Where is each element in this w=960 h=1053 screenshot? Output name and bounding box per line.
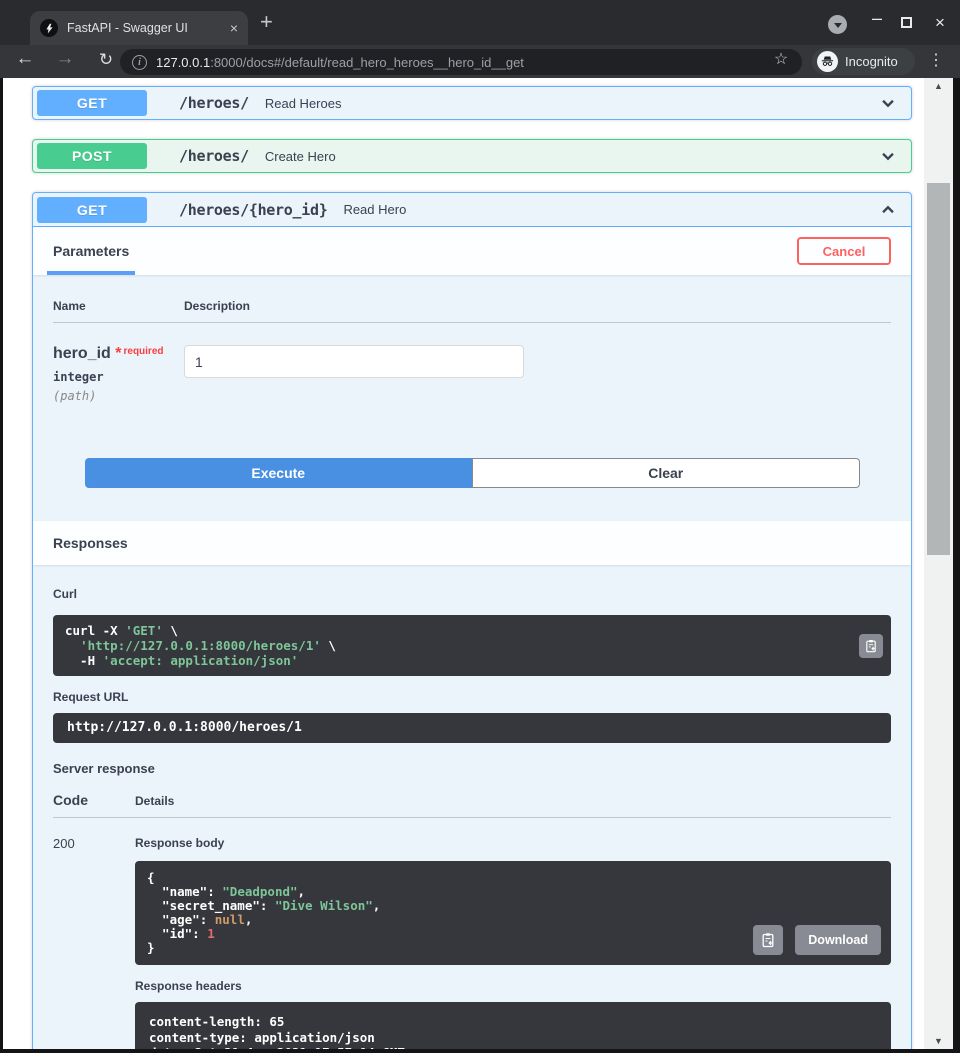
parameters-body: Name Description hero_id * required integ… xyxy=(33,275,911,488)
parameters-title: Parameters xyxy=(53,243,130,259)
scroll-down-icon[interactable]: ▼ xyxy=(924,1036,953,1046)
browser-toolbar: ← → ↻ i 127.0.0.1:8000/docs#/default/rea… xyxy=(0,45,960,78)
response-table-header: Code Details xyxy=(53,792,891,818)
response-row: 200 Response body { "name": "Deadpond", … xyxy=(53,834,891,1049)
description-column-header: Description xyxy=(184,299,251,313)
required-label: required xyxy=(123,346,164,357)
responses-header: Responses xyxy=(33,521,911,565)
details-column-header: Details xyxy=(135,794,175,808)
forward-icon[interactable]: → xyxy=(52,48,78,70)
opblock-post-heroes[interactable]: POST /heroes/ Create Hero xyxy=(32,139,912,173)
url-host: 127.0.0.1 xyxy=(156,54,211,70)
opblock-header[interactable]: GET /heroes/{hero_id} Read Hero xyxy=(33,193,911,227)
parameter-type: integer xyxy=(53,370,104,384)
opblock-get-heroes[interactable]: GET /heroes/ Read Heroes xyxy=(32,86,912,120)
tab-parameters[interactable]: Parameters xyxy=(47,227,136,275)
server-response-label: Server response xyxy=(53,761,155,776)
endpoint-path: /heroes/{hero_id} xyxy=(179,200,328,219)
fastapi-favicon-icon xyxy=(40,19,58,37)
incognito-label: Incognito xyxy=(845,54,898,69)
endpoint-path: /heroes/ xyxy=(179,147,249,165)
clear-button[interactable]: Clear xyxy=(471,458,860,488)
chevron-down-icon[interactable] xyxy=(879,94,897,112)
parameter-name: hero_id * required xyxy=(53,345,164,362)
name-column-header: Name xyxy=(53,299,86,313)
back-icon[interactable]: ← xyxy=(12,48,38,70)
page-info-icon[interactable]: i xyxy=(132,54,147,70)
method-badge: GET xyxy=(37,196,147,223)
tab-search-icon[interactable] xyxy=(828,15,847,34)
endpoint-path: /heroes/ xyxy=(179,94,249,112)
request-url-label: Request URL xyxy=(53,690,129,704)
response-body-label: Response body xyxy=(135,836,225,850)
method-badge: GET xyxy=(37,90,147,116)
tab-close-icon[interactable]: × xyxy=(230,20,238,36)
address-bar[interactable]: i 127.0.0.1:8000/docs#/default/read_hero… xyxy=(120,49,802,75)
chevron-up-icon[interactable] xyxy=(879,201,897,219)
execute-button[interactable]: Execute xyxy=(85,458,472,488)
window-close-button[interactable]: × xyxy=(929,13,951,33)
page-scrollbar[interactable]: ▲ ▼ xyxy=(924,78,953,1049)
browser-titlebar: FastAPI - Swagger UI × + – × xyxy=(0,0,960,45)
active-tab-underline xyxy=(47,271,136,275)
response-headers-value: content-length: 65 content-type: applica… xyxy=(135,1002,891,1049)
curl-label: Curl xyxy=(53,587,77,601)
parameter-row: hero_id * required integer (path) xyxy=(53,345,891,403)
request-url-value: http://127.0.0.1:8000/heroes/1 xyxy=(53,713,891,743)
page-content: GET /heroes/ Read Heroes POST /heroes/ C… xyxy=(3,78,924,1049)
parameter-location: (path) xyxy=(53,389,97,403)
chevron-down-icon[interactable] xyxy=(879,147,897,165)
method-badge: POST xyxy=(37,143,147,169)
response-headers-label: Response headers xyxy=(135,979,242,993)
response-body-json: { "name": "Deadpond", "secret_name": "Di… xyxy=(135,861,891,965)
copy-response-button[interactable] xyxy=(753,925,784,955)
opblock-get-hero-by-id: GET /heroes/{hero_id} Read Hero Paramete… xyxy=(32,192,912,1049)
status-code: 200 xyxy=(53,836,75,851)
parameter-value-cell xyxy=(184,345,524,403)
endpoint-summary: Read Hero xyxy=(343,202,407,217)
execute-row: Execute Clear xyxy=(85,458,860,488)
required-star: * xyxy=(115,345,122,362)
window-minimize-button[interactable]: – xyxy=(866,8,888,29)
incognito-badge: Incognito xyxy=(812,48,915,75)
response-details: Response body { "name": "Deadpond", "sec… xyxy=(135,834,891,1049)
window-maximize-button[interactable] xyxy=(901,17,912,28)
endpoint-summary: Read Heroes xyxy=(264,95,342,111)
download-button[interactable]: Download xyxy=(795,925,881,955)
parameter-meta: hero_id * required integer (path) xyxy=(53,345,184,403)
code-column-header: Code xyxy=(53,792,88,808)
cancel-button[interactable]: Cancel xyxy=(797,237,891,265)
curl-command: curl -X 'GET' \ 'http://127.0.0.1:8000/h… xyxy=(53,615,891,676)
browser-menu-icon[interactable]: ⋮ xyxy=(928,50,944,70)
response-body-actions: Download xyxy=(753,925,881,955)
swagger-ui: GET /heroes/ Read Heroes POST /heroes/ C… xyxy=(3,78,924,1049)
browser-tab[interactable]: FastAPI - Swagger UI × xyxy=(30,11,248,45)
endpoint-summary: Create Hero xyxy=(264,148,336,164)
scroll-up-icon[interactable]: ▲ xyxy=(924,81,953,91)
hero-id-input[interactable] xyxy=(184,345,524,378)
url-text: 127.0.0.1:8000/docs#/default/read_hero_h… xyxy=(156,55,524,70)
parameters-columns: Name Description xyxy=(53,299,891,323)
new-tab-button[interactable]: + xyxy=(260,9,273,35)
responses-title: Responses xyxy=(53,535,128,551)
incognito-icon xyxy=(817,51,838,72)
scrollbar-thumb[interactable] xyxy=(927,183,950,555)
parameters-header: Parameters Cancel xyxy=(33,227,911,275)
copy-curl-button[interactable] xyxy=(859,633,883,658)
responses-body: Curl curl -X 'GET' \ 'http://127.0.0.1:8… xyxy=(33,565,911,1049)
reload-icon[interactable]: ↻ xyxy=(93,50,119,70)
bookmark-star-icon[interactable]: ☆ xyxy=(768,49,794,69)
tab-title: FastAPI - Swagger UI xyxy=(67,21,188,35)
url-path: :8000/docs#/default/read_hero_heroes__he… xyxy=(210,54,524,70)
